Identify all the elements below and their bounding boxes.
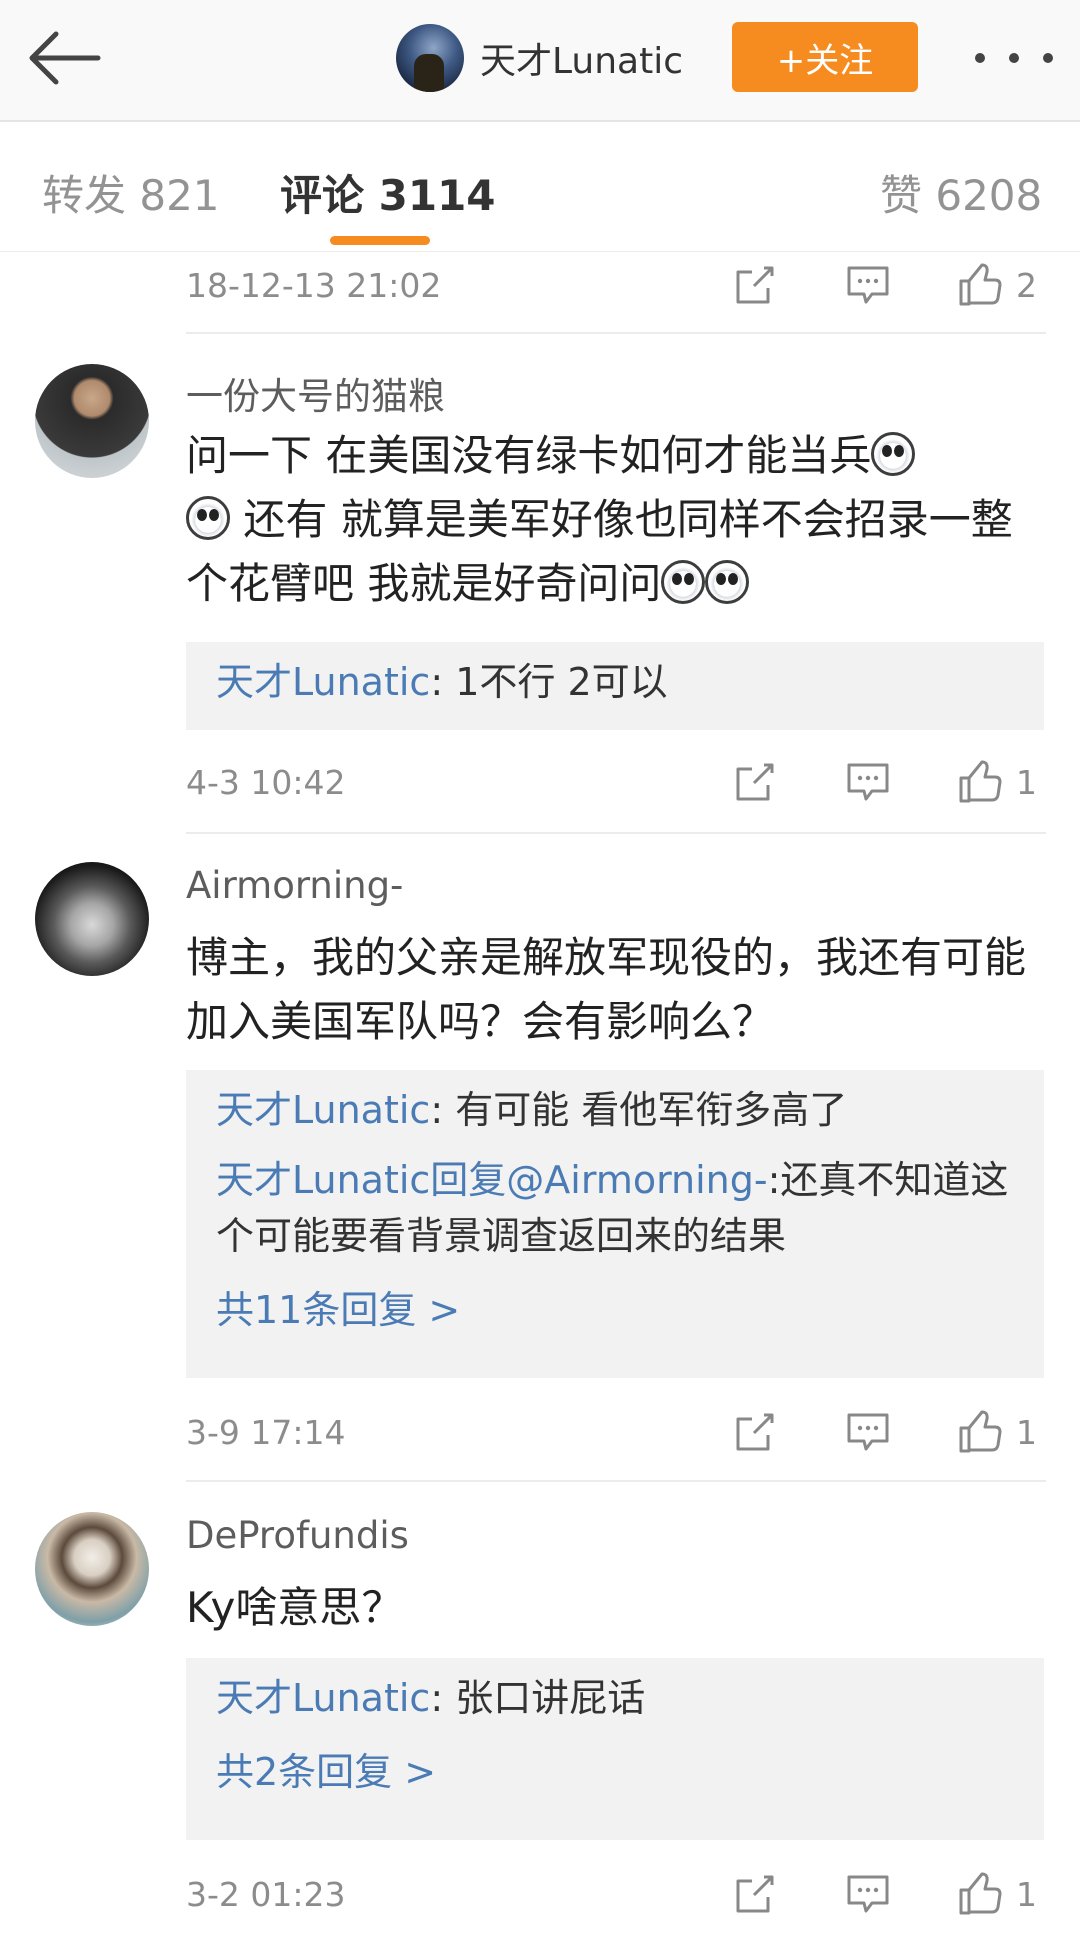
share-button[interactable]: [734, 263, 776, 307]
comment-meta-row: 3-9 17:14 1: [186, 1402, 1046, 1462]
divider: [186, 1480, 1046, 1482]
huaxin-emoji: [661, 560, 706, 604]
comment-text: 问一下 在美国没有绿卡如何才能当兵 还有 就算是美军好像也同样不会招录一整个花臂…: [186, 424, 1046, 616]
reply-box[interactable]: 天才Lunatic: 有可能 看他军衔多高了 天才Lunatic回复@Airmo…: [186, 1070, 1044, 1378]
comment-icon: [847, 1413, 889, 1451]
share-button[interactable]: [734, 1872, 776, 1916]
reply-item: 天才Lunatic: 1不行 2可以: [216, 654, 1014, 710]
reply-item: 天才Lunatic回复@Airmorning-:还真不知道这个可能要看背景调查返…: [216, 1152, 1014, 1264]
more-replies-link[interactable]: 共2条回复 >: [216, 1744, 1014, 1800]
avatar[interactable]: [396, 24, 464, 92]
reply-button[interactable]: [846, 760, 890, 804]
back-button[interactable]: [22, 22, 106, 94]
comment-username[interactable]: DeProfundis: [186, 1514, 409, 1557]
reply-author[interactable]: 天才Lunatic: [216, 1088, 430, 1132]
reply-author[interactable]: 天才Lunatic: [216, 660, 430, 704]
reply-button[interactable]: [846, 1872, 890, 1916]
divider: [186, 832, 1046, 834]
reply-text: : 1不行 2可以: [430, 660, 668, 704]
comment-text-part: 还有 就算是美军好像也同样不会招录一整个花臂吧 我就是好奇问问: [186, 495, 1013, 608]
tab-bar: 转发 821 评论 3114 赞 6208: [0, 124, 1080, 252]
tab-repost[interactable]: 转发 821: [42, 162, 220, 223]
like-thumb-icon: [959, 263, 1002, 306]
tab-likes[interactable]: 赞 6208: [880, 162, 1042, 223]
comment-icon: [847, 763, 889, 801]
top-nav-bar: 天才Lunatic +关注: [0, 0, 1080, 122]
reply-author[interactable]: 天才Lunatic: [216, 1676, 430, 1720]
like-button[interactable]: 1: [958, 1410, 1037, 1454]
like-button[interactable]: 2: [958, 263, 1037, 307]
comment-icon: [847, 266, 889, 304]
like-count: 1: [1016, 1874, 1037, 1914]
huaxin-emoji: [705, 560, 750, 604]
reply-button[interactable]: [846, 1410, 890, 1454]
comment-time: 3-9 17:14: [186, 1412, 346, 1452]
like-count: 1: [1016, 762, 1037, 802]
comment-icon: [847, 1875, 889, 1913]
comment-text: 博主，我的父亲是解放军现役的，我还有可能加入美国军队吗？会有影响么？: [186, 933, 1027, 1046]
reply-text: : 张口讲屁话: [430, 1676, 646, 1720]
like-count: 2: [1016, 265, 1037, 305]
comment-meta-row: 3-2 01:23 1: [186, 1864, 1046, 1924]
share-icon: [736, 1413, 774, 1451]
avatar[interactable]: [35, 862, 149, 976]
more-replies-link[interactable]: 共11条回复 >: [216, 1282, 1014, 1338]
active-tab-indicator: [330, 236, 430, 245]
comment-text: Ky啥意思？: [186, 1583, 404, 1632]
reply-button[interactable]: [846, 263, 890, 307]
reply-item: 天才Lunatic: 有可能 看他军衔多高了: [216, 1082, 1014, 1138]
comment-time: 3-2 01:23: [186, 1874, 346, 1914]
like-count: 1: [1016, 1412, 1037, 1452]
like-thumb-icon: [959, 1410, 1002, 1453]
divider: [186, 332, 1046, 334]
huaxin-emoji: [871, 432, 916, 476]
like-button[interactable]: 1: [958, 1872, 1037, 1916]
reply-text: : 有可能 看他军衔多高了: [430, 1088, 848, 1132]
arrow-left-icon: [29, 31, 101, 85]
follow-button[interactable]: +关注: [732, 22, 918, 92]
reply-box[interactable]: 天才Lunatic: 张口讲屁话 共2条回复 >: [186, 1658, 1044, 1840]
comment-time: 4-3 10:42: [186, 762, 346, 802]
reply-box[interactable]: 天才Lunatic: 1不行 2可以: [186, 642, 1044, 730]
share-icon: [736, 763, 774, 801]
huaxin-emoji: [186, 496, 230, 540]
comment-meta-row: 18-12-13 21:02 2: [186, 255, 1046, 315]
share-icon: [736, 266, 774, 304]
avatar[interactable]: [35, 1512, 149, 1626]
profile-header[interactable]: 天才Lunatic: [396, 24, 683, 92]
comment-text-part: 问一下 在美国没有绿卡如何才能当兵: [186, 431, 872, 480]
like-thumb-icon: [959, 1872, 1002, 1915]
comment-meta-row: 4-3 10:42 1: [186, 752, 1046, 812]
tab-comments[interactable]: 评论 3114: [280, 162, 496, 223]
like-thumb-icon: [959, 760, 1002, 803]
share-button[interactable]: [734, 760, 776, 804]
comment-username[interactable]: Airmorning-: [186, 864, 403, 907]
profile-username[interactable]: 天才Lunatic: [480, 32, 683, 84]
comment-username[interactable]: 一份大号的猫粮: [186, 366, 445, 420]
avatar[interactable]: [35, 364, 149, 478]
comment-time: 18-12-13 21:02: [186, 265, 442, 305]
reply-item: 天才Lunatic: 张口讲屁话: [216, 1670, 1014, 1726]
reply-author[interactable]: 天才Lunatic回复@Airmorning-: [216, 1158, 768, 1202]
like-button[interactable]: 1: [958, 760, 1037, 804]
share-button[interactable]: [734, 1410, 776, 1454]
more-dots-icon[interactable]: [975, 44, 1053, 72]
share-icon: [736, 1875, 774, 1913]
